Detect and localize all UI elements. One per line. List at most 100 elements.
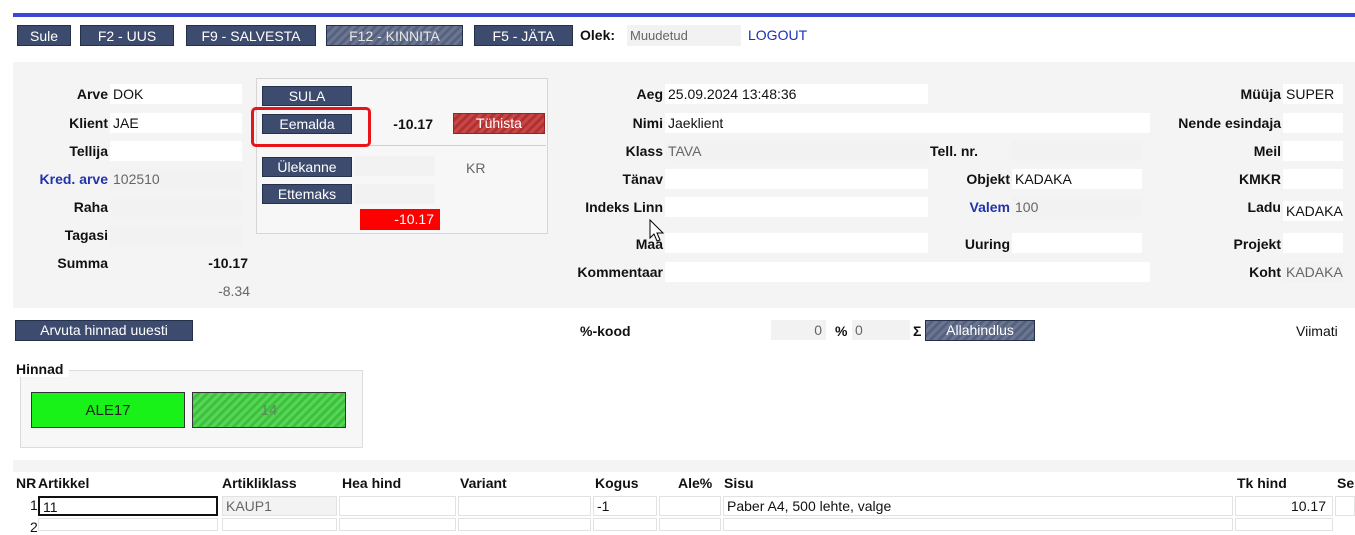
row-1-tk-hind[interactable]: 10.17	[1235, 496, 1333, 516]
row-1-ale[interactable]	[659, 496, 721, 516]
row-2-variant[interactable]	[458, 518, 591, 531]
sigma-label: Σ	[913, 323, 922, 339]
top-accent-line	[13, 13, 1355, 17]
tell-nr-label: Tell. nr.	[930, 143, 978, 159]
kood-label: %-kood	[580, 323, 631, 339]
muuja-field[interactable]: SUPER	[1283, 84, 1343, 104]
row-1-kogus[interactable]: -1	[593, 496, 657, 516]
row-1-artikkel-input[interactable]: 11	[38, 496, 218, 516]
kmkr-label: KMKR	[1239, 171, 1281, 187]
ladu-label: Ladu	[1247, 199, 1281, 215]
percent-field[interactable]: 0	[852, 320, 910, 340]
percent-label: %	[835, 323, 848, 339]
col-tk-hind: Tk hind	[1237, 475, 1287, 491]
ladu-field[interactable]: KADAKA	[1283, 201, 1343, 221]
col-nr: NR	[16, 475, 37, 491]
viimati-label: Viimati	[1296, 323, 1338, 339]
uuring-field[interactable]	[1012, 233, 1142, 253]
valem-link[interactable]: Valem	[930, 199, 1010, 215]
meil-field[interactable]	[1283, 141, 1343, 161]
klient-field[interactable]: JAE	[110, 113, 242, 133]
tanav-label: Tänav	[622, 171, 663, 187]
muuja-label: Müüja	[1240, 86, 1281, 102]
confirm-button[interactable]: F12 - KINNITA	[326, 25, 463, 46]
logout-link[interactable]: LOGOUT	[748, 27, 807, 43]
maa-field[interactable]	[665, 233, 928, 253]
price-button-ale17[interactable]: ALE17	[31, 392, 185, 428]
ulekanne-field[interactable]	[355, 156, 435, 176]
row-2-sisu[interactable]	[723, 518, 1233, 531]
row-2-nr: 2	[30, 519, 38, 535]
row-1-sisu[interactable]: Paber A4, 500 lehte, valge	[723, 496, 1233, 516]
koht-label: Koht	[1249, 264, 1281, 280]
row-2-artikliklass	[222, 518, 337, 531]
grid-header-bar	[13, 460, 1355, 472]
arve-field[interactable]: DOK	[110, 84, 242, 104]
tell-nr-field[interactable]	[1012, 141, 1142, 161]
col-artikliklass: Artikliklass	[222, 475, 297, 491]
col-sisu: Sisu	[724, 475, 754, 491]
aeg-label: Aeg	[636, 86, 663, 102]
tuhista-button[interactable]: Tühista	[453, 113, 545, 134]
ettemaks-button[interactable]: Ettemaks	[262, 184, 352, 204]
indeks-linn-label: Indeks Linn	[585, 199, 663, 215]
summa-label: Summa	[57, 255, 108, 271]
status-value: Muudetud	[627, 25, 741, 46]
raha-label: Raha	[73, 199, 108, 215]
payment-amount: -10.17	[393, 116, 433, 132]
allahindlus-button[interactable]: Allahindlus	[925, 320, 1035, 341]
ulekanne-button[interactable]: Ülekanne	[262, 157, 352, 177]
col-se: Se	[1337, 475, 1355, 491]
price-button-14[interactable]: 14	[192, 392, 346, 428]
cancel-button[interactable]: F5 - JÄTA	[474, 25, 573, 46]
kommentaar-field[interactable]	[665, 262, 1150, 282]
row-1-hea-hind[interactable]	[339, 496, 456, 516]
highlight-frame	[251, 107, 371, 147]
meil-label: Meil	[1253, 143, 1281, 159]
balance-value: -10.17	[360, 209, 440, 230]
close-button[interactable]: Sule	[17, 25, 71, 46]
projekt-label: Projekt	[1233, 236, 1281, 252]
nende-esindaja-field[interactable]	[1283, 113, 1343, 133]
kmkr-field[interactable]	[1283, 169, 1343, 189]
col-hea-hind: Hea hind	[342, 475, 402, 491]
status-label: Olek:	[580, 27, 616, 43]
mouse-cursor-icon	[649, 219, 665, 242]
nimi-field[interactable]: Jaeklient	[665, 113, 1150, 133]
row-1-nr: 1	[30, 497, 38, 513]
row-1-variant[interactable]	[458, 496, 591, 516]
projekt-field[interactable]	[1283, 233, 1343, 253]
row-2-ale[interactable]	[659, 518, 721, 531]
row-2-kogus[interactable]	[593, 518, 657, 531]
indeks-linn-field[interactable]	[665, 197, 928, 217]
tellija-label: Tellija	[69, 143, 108, 159]
row-1-se[interactable]	[1335, 496, 1355, 516]
recalc-prices-button[interactable]: Arvuta hinnad uuesti	[15, 320, 193, 341]
nimi-label: Nimi	[632, 115, 663, 131]
row-2-tk-hind[interactable]	[1235, 518, 1333, 531]
maa-label: Maa	[635, 236, 663, 252]
koht-field: KADAKA	[1283, 262, 1343, 282]
tanav-field[interactable]	[665, 169, 928, 189]
uuring-label: Uuring	[964, 236, 1010, 252]
kred-arve-link[interactable]: Kred. arve	[20, 171, 108, 187]
nende-esindaja-label: Nende esindaja	[1178, 115, 1281, 131]
valem-field: 100	[1012, 197, 1142, 217]
row-2-hea-hind[interactable]	[339, 518, 456, 531]
ulekanne-note: KR	[466, 160, 486, 176]
col-artikkel: Artikkel	[38, 475, 90, 491]
objekt-label: Objekt	[966, 171, 1010, 187]
sula-button[interactable]: SULA	[262, 86, 352, 106]
row-2-artikkel-input[interactable]	[38, 518, 218, 531]
klass-label: Klass	[625, 143, 663, 159]
col-variant: Variant	[460, 475, 507, 491]
aeg-field[interactable]: 25.09.2024 13:48:36	[665, 84, 928, 104]
col-ale: Ale%	[678, 475, 713, 491]
objekt-field[interactable]: KADAKA	[1012, 169, 1142, 189]
tagasi-field	[110, 225, 242, 245]
tellija-field[interactable]	[110, 141, 242, 161]
ettemaks-field[interactable]	[355, 184, 435, 204]
new-button[interactable]: F2 - UUS	[80, 25, 174, 46]
save-button[interactable]: F9 - SALVESTA	[186, 25, 316, 46]
kood-field[interactable]	[655, 320, 770, 340]
